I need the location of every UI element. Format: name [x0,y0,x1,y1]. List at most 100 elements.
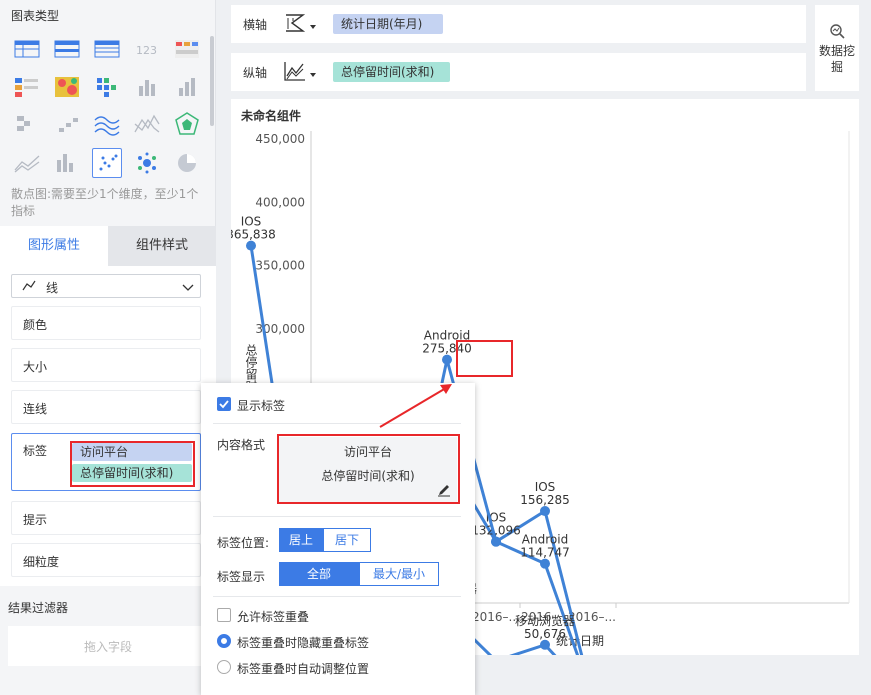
stacked-bar-icon[interactable] [132,72,162,102]
show-label-checkbox[interactable] [217,397,231,411]
mark-type-value: 线 [46,281,59,295]
highlight-box-label-fields [70,441,195,487]
x-axis-label: 横轴 [243,18,268,32]
hide-overlap-radio[interactable] [217,634,231,648]
highlight-box-content-format [277,434,460,504]
bar-icon[interactable] [172,72,202,102]
position-top-button[interactable]: 居上 [279,528,323,552]
label-display-label: 标签显示 [217,570,266,584]
x-tick-label: 2016–... [568,610,616,624]
data-label-name: Android [424,329,470,343]
data-label-value: 365,838 [231,228,276,242]
prop-tip-label: 提示 [23,513,48,527]
measure-line-icon[interactable] [283,60,307,85]
waterfall-icon[interactable] [12,110,42,140]
dimension-icon[interactable] [283,12,307,37]
data-mining-button[interactable]: 数据挖掘 [815,5,859,91]
mark-type-select[interactable]: 线 [11,274,201,298]
line-icon [22,280,36,295]
data-mining-icon [829,23,845,42]
data-mining-label: 数据挖掘 [818,44,855,74]
graph-properties: 线 颜色 大小 连线 标签 访问平台 总停留时间(求和) 提示 细粒度 [0,266,216,586]
kpi-number-icon[interactable]: 123 [132,34,162,64]
content-format-label: 内容格式 [217,438,266,452]
tab-graph-properties[interactable]: 图形属性 [0,226,108,266]
display-minmax-button[interactable]: 最大/最小 [359,562,439,586]
prop-granularity[interactable]: 细粒度 [11,543,201,577]
prop-color[interactable]: 颜色 [11,306,201,340]
divider [213,423,461,424]
prop-size-label: 大小 [23,360,48,374]
data-point [540,506,550,517]
svg-text:123: 123 [136,44,157,57]
table-icon[interactable] [12,34,42,64]
data-point [442,354,452,365]
cross-table-icon[interactable] [52,34,82,64]
color-table-icon[interactable] [172,34,202,64]
data-label-name: IOS [241,215,262,229]
data-point [540,639,550,650]
step-bar-icon[interactable] [52,110,82,140]
divider [213,516,461,517]
data-label-value: 114,747 [520,546,570,560]
label-settings-popup: 显示标签 内容格式 访问平台 总停留时间(求和) 标签位置: 居上 居下 标签显… [201,383,475,695]
stream-icon[interactable] [92,110,122,140]
bubble-icon[interactable] [132,148,162,178]
y-axis-dropdown-icon[interactable] [310,73,316,77]
data-label-value: 50,676 [524,627,566,641]
area-line-icon[interactable] [132,110,162,140]
x-axis-field[interactable]: 统计日期(年月) [333,14,443,34]
prop-tip[interactable]: 提示 [11,501,201,535]
prop-label-label: 标签 [23,444,48,458]
y-tick-label: 400,000 [255,195,305,209]
show-label-text: 显示标签 [237,399,286,413]
y-axis-label: 纵轴 [243,66,268,80]
radar-icon[interactable] [172,110,202,140]
result-filter-title: 结果过滤器 [8,601,69,615]
pie-icon[interactable] [172,148,202,178]
group-table-icon[interactable] [92,34,122,64]
y-tick-label: 450,000 [255,132,305,146]
data-point [491,536,501,547]
divider [213,596,461,597]
scrollbar[interactable] [210,36,214,126]
chart-type-hint: 散点图:需要至少1个维度，至少1个指标 [11,187,199,218]
tab-component-style[interactable]: 组件样式 [108,226,216,266]
allow-overlap-checkbox[interactable] [217,608,231,622]
data-label-name: IOS [535,480,556,494]
display-all-button[interactable]: 全部 [279,562,359,586]
auto-adjust-text: 标签重叠时自动调整位置 [237,662,370,676]
prop-granularity-label: 细粒度 [23,555,60,569]
position-bottom-button[interactable]: 居下 [323,528,371,552]
x-axis-dropdown-icon[interactable] [310,25,316,29]
data-label-name: Android [522,533,568,547]
prop-color-label: 颜色 [23,318,48,332]
line-area-icon[interactable] [12,148,42,178]
list-icon[interactable] [12,72,42,102]
heatmap-icon[interactable] [52,72,82,102]
bubble-grid-icon[interactable] [92,72,122,102]
data-label-value: 132,096 [471,524,521,538]
y-tick-label: 350,000 [255,259,305,273]
prop-size[interactable]: 大小 [11,348,201,382]
label-position-label: 标签位置: [217,536,270,550]
histogram-icon[interactable] [52,148,82,178]
y-axis-bar: 纵轴 总停留时间(求和) [231,53,806,91]
scatter-icon[interactable] [92,148,122,178]
data-label-value: 275,840 [422,342,472,356]
prop-connect-label: 连线 [23,402,48,416]
data-point [540,558,550,569]
filter-drop-zone[interactable]: 拖入字段 [8,626,208,666]
chevron-down-icon [182,281,194,295]
hide-overlap-text: 标签重叠时隐藏重叠标签 [237,636,370,650]
data-point [246,240,256,251]
data-label-name: 移动浏览器 [515,613,575,628]
auto-adjust-radio[interactable] [217,660,231,674]
prop-connect[interactable]: 连线 [11,390,201,424]
drop-zone-hint: 拖入字段 [83,640,132,654]
y-axis-field[interactable]: 总停留时间(求和) [333,62,450,82]
left-panel: 图表类型 123 散点图:需要至少1个维度，至少1个指标 图形属性 组件样式 线… [0,0,216,695]
x-axis-bar: 横轴 统计日期(年月) [231,5,806,43]
chart-type-title: 图表类型 [11,9,60,23]
allow-overlap-text: 允许标签重叠 [237,610,310,624]
